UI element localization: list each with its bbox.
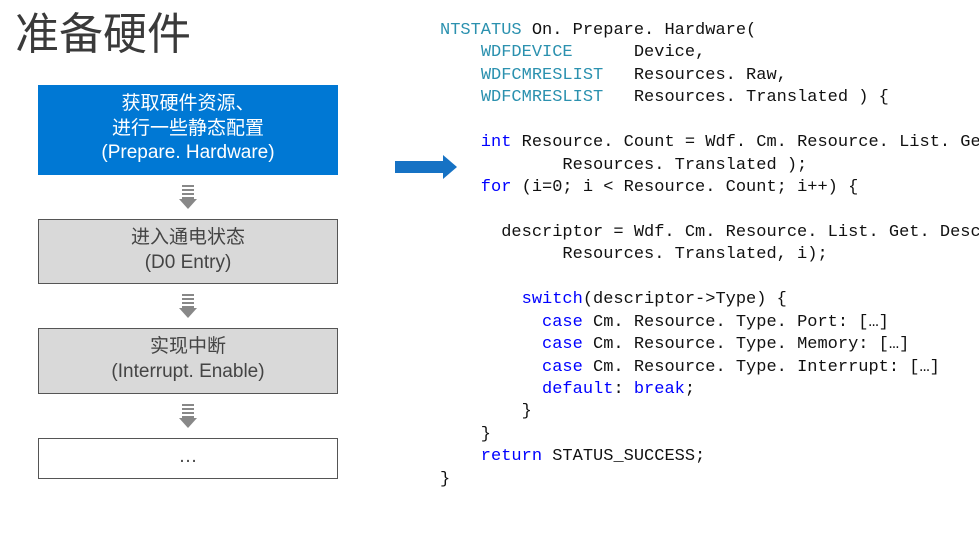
arrow-down-icon: [179, 185, 197, 209]
step-line: (Interrupt. Enable): [43, 360, 333, 385]
code-text: :: [613, 380, 633, 399]
code-keyword: int: [440, 133, 511, 152]
code-keyword: for: [440, 178, 511, 197]
step-line: …: [43, 445, 333, 470]
code-type: NTSTATUS: [440, 21, 522, 40]
code-text: Resources. Translated );: [440, 156, 807, 175]
code-type: WDFCMRESLIST: [481, 88, 603, 107]
code-text: Cm. Resource. Type. Interrupt: […]: [583, 358, 940, 377]
code-text: ;: [685, 380, 695, 399]
code-type: WDFDEVICE: [481, 43, 573, 62]
arrow-down-icon: [179, 294, 197, 318]
code-text: On. Prepare. Hardware(: [522, 21, 757, 40]
step-line: 进行一些静态配置: [43, 117, 333, 142]
step-line: (Prepare. Hardware): [43, 141, 333, 166]
code-block: NTSTATUS On. Prepare. Hardware( WDFDEVIC…: [440, 20, 979, 491]
code-text: Resource. Count = Wdf. Cm. Resource. Lis…: [511, 133, 979, 152]
code-text: Resources. Translated ) {: [634, 88, 889, 107]
code-keyword: case: [440, 335, 583, 354]
code-text: }: [440, 425, 491, 444]
code-keyword: case: [440, 358, 583, 377]
code-text: Cm. Resource. Type. Memory: […]: [583, 335, 909, 354]
code-text: STATUS_SUCCESS;: [542, 447, 705, 466]
code-text: Cm. Resource. Type. Port: […]: [583, 313, 889, 332]
step-prepare-hardware: 获取硬件资源、 进行一些静态配置 (Prepare. Hardware): [38, 85, 338, 175]
code-text: Device,: [634, 43, 705, 62]
code-text: (i=0; i < Resource. Count; i++) {: [511, 178, 858, 197]
code-keyword: break: [634, 380, 685, 399]
arrow-down-icon: [179, 404, 197, 428]
step-line: 获取硬件资源、: [43, 92, 333, 117]
step-interrupt-enable: 实现中断 (Interrupt. Enable): [38, 328, 338, 393]
flow-column: 获取硬件资源、 进行一些静态配置 (Prepare. Hardware) 进入通…: [38, 85, 338, 479]
code-text: (descriptor->Type) {: [583, 290, 787, 309]
step-line: (D0 Entry): [43, 251, 333, 276]
code-keyword: return: [440, 447, 542, 466]
code-keyword: switch: [440, 290, 583, 309]
step-ellipsis: …: [38, 438, 338, 479]
step-line: 进入通电状态: [43, 226, 333, 251]
code-keyword: default: [440, 380, 613, 399]
code-text: }: [440, 402, 532, 421]
code-text: Resources. Raw,: [634, 66, 787, 85]
page-title: 准备硬件: [15, 0, 191, 62]
code-keyword: case: [440, 313, 583, 332]
code-text: Resources. Translated, i);: [440, 245, 828, 264]
step-d0-entry: 进入通电状态 (D0 Entry): [38, 219, 338, 284]
code-type: WDFCMRESLIST: [481, 66, 603, 85]
code-text: }: [440, 470, 450, 489]
step-line: 实现中断: [43, 335, 333, 360]
code-text: descriptor = Wdf. Cm. Resource. List. Ge…: [440, 223, 979, 242]
